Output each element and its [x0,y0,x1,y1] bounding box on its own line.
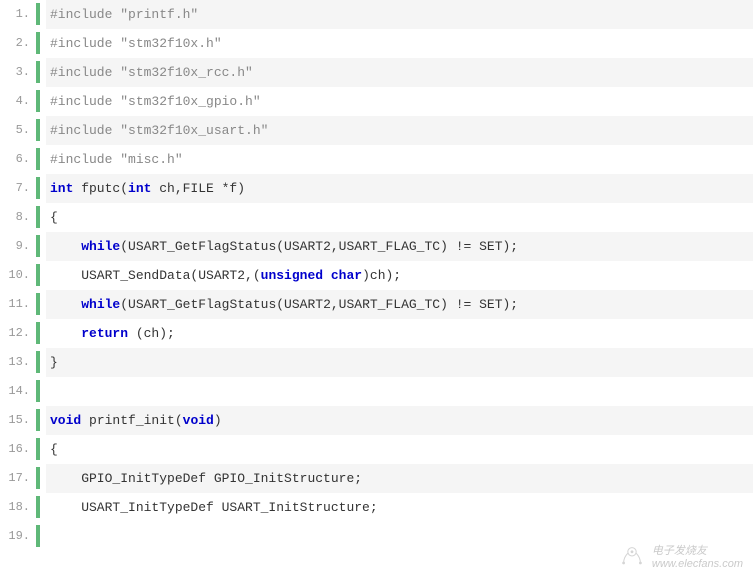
code-text[interactable]: #include "printf.h" [46,0,753,29]
gutter-bar [36,148,40,170]
code-text[interactable]: GPIO_InitTypeDef GPIO_InitStructure; [46,464,753,493]
line-number: 16. [0,435,36,464]
watermark-line2: www.elecfans.com [652,558,743,570]
code-line: 17. GPIO_InitTypeDef GPIO_InitStructure; [0,464,753,493]
watermark-icon [618,542,646,570]
code-text[interactable]: { [46,435,753,464]
code-line: 13.} [0,348,753,377]
gutter-bar [36,496,40,518]
line-number: 13. [0,348,36,377]
code-editor: 1. #include "printf.h" 2. #include "stm32f1… [0,0,753,551]
code-line: 10. USART_SendData(USART2,(unsigned char… [0,261,753,290]
gutter-bar [36,293,40,315]
gutter-bar [36,438,40,460]
code-line: 7. int fputc(int ch,FILE *f) [0,174,753,203]
code-text[interactable]: #include "misc.h" [46,145,753,174]
code-line: 15. void printf_init(void) [0,406,753,435]
code-text[interactable]: #include "stm32f10x_usart.h" [46,116,753,145]
line-number: 3. [0,58,36,87]
code-text[interactable]: } [46,348,753,377]
gutter-bar [36,525,40,547]
gutter-bar [36,409,40,431]
code-text[interactable]: #include "stm32f10x_gpio.h" [46,87,753,116]
code-text[interactable]: while(USART_GetFlagStatus(USART2,USART_F… [46,290,753,319]
gutter-bar [36,90,40,112]
code-line: 3. #include "stm32f10x_rcc.h" [0,58,753,87]
code-text[interactable]: #include "stm32f10x_rcc.h" [46,58,753,87]
gutter-bar [36,264,40,286]
code-line: 2. #include "stm32f10x.h" [0,29,753,58]
code-text[interactable]: { [46,203,753,232]
code-line: 11. while(USART_GetFlagStatus(USART2,USA… [0,290,753,319]
code-line: 14. [0,377,753,406]
gutter-bar [36,351,40,373]
line-number: 8. [0,203,36,232]
watermark: 电子发烧友 www.elecfans.com [618,542,743,570]
code-text[interactable]: USART_InitTypeDef USART_InitStructure; [46,493,753,522]
gutter-bar [36,467,40,489]
code-line: 12. return (ch); [0,319,753,348]
gutter-bar [36,32,40,54]
code-text[interactable]: #include "stm32f10x.h" [46,29,753,58]
line-number: 5. [0,116,36,145]
line-number: 18. [0,493,36,522]
line-number: 4. [0,87,36,116]
line-number: 14. [0,377,36,406]
code-text[interactable]: while(USART_GetFlagStatus(USART2,USART_F… [46,232,753,261]
code-text[interactable]: USART_SendData(USART2,(unsigned char)ch)… [46,261,753,290]
gutter-bar [36,322,40,344]
line-number: 19. [0,522,36,551]
code-text[interactable]: int fputc(int ch,FILE *f) [46,174,753,203]
code-line: 5. #include "stm32f10x_usart.h" [0,116,753,145]
code-line: 6. #include "misc.h" [0,145,753,174]
code-line: 16. { [0,435,753,464]
line-number: 2. [0,29,36,58]
line-number: 9. [0,232,36,261]
line-number: 17. [0,464,36,493]
line-number: 6. [0,145,36,174]
code-text[interactable]: void printf_init(void) [46,406,753,435]
code-line: 8. { [0,203,753,232]
gutter-bar [36,119,40,141]
code-line: 18. USART_InitTypeDef USART_InitStructur… [0,493,753,522]
gutter-bar [36,380,40,402]
code-line: 1. #include "printf.h" [0,0,753,29]
line-number: 1. [0,0,36,29]
gutter-bar [36,177,40,199]
watermark-line1: 电子发烧友 [652,542,743,558]
line-number: 15. [0,406,36,435]
code-line: 4. #include "stm32f10x_gpio.h" [0,87,753,116]
line-number: 7. [0,174,36,203]
gutter-bar [36,206,40,228]
code-line: 9. while(USART_GetFlagStatus(USART2,USAR… [0,232,753,261]
code-text[interactable]: return (ch); [46,319,753,348]
gutter-bar [36,61,40,83]
line-number: 12. [0,319,36,348]
watermark-text: 电子发烧友 www.elecfans.com [652,542,743,570]
line-number: 10. [0,261,36,290]
gutter-bar [36,3,40,25]
gutter-bar [36,235,40,257]
line-number: 11. [0,290,36,319]
